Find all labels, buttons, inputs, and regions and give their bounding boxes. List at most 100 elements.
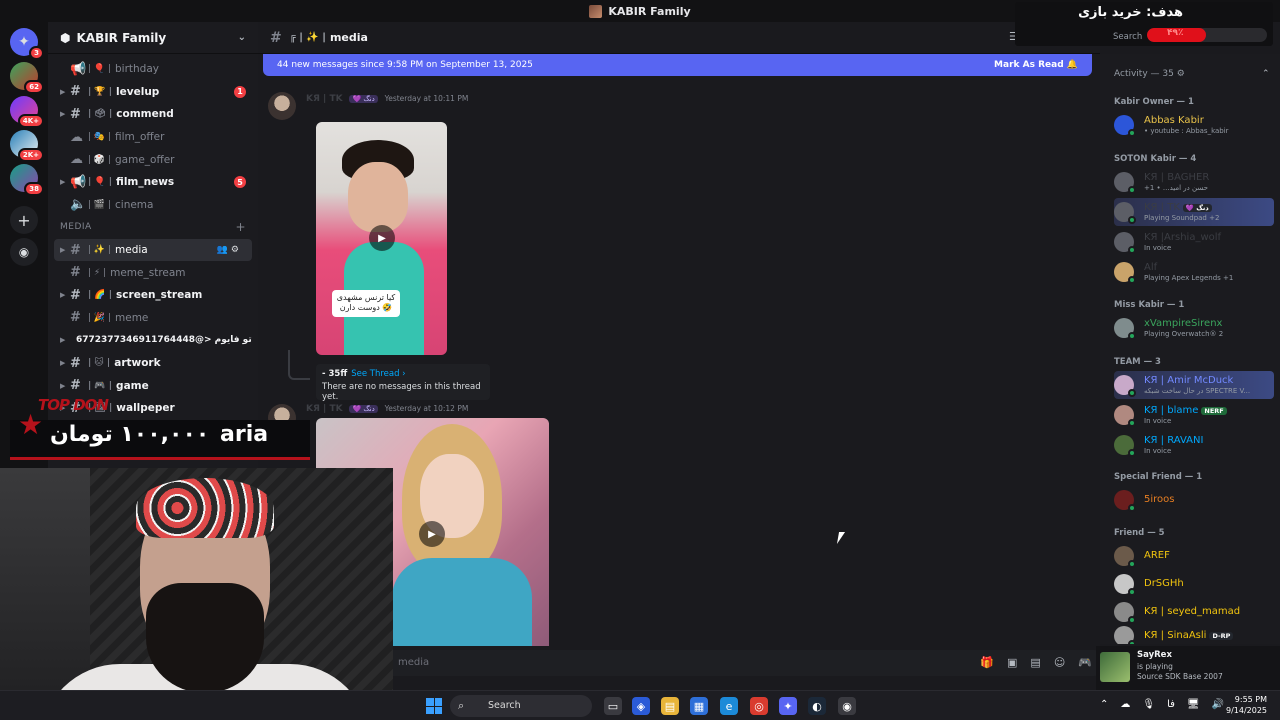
gift-icon[interactable]: 🎁 <box>980 656 994 669</box>
activity-icon[interactable]: 🎮 <box>1078 656 1092 669</box>
message-author[interactable]: KЯ | TK <box>306 94 343 104</box>
taskbar-search-label: Search <box>488 700 521 711</box>
gear-icon[interactable]: ⚙ <box>1177 69 1185 79</box>
announcement-icon: 📢 <box>70 174 87 190</box>
channel-birthday[interactable]: 📢 | 🎈 | birthday <box>48 58 258 81</box>
add-server-icon[interactable]: + <box>10 206 38 234</box>
hash-icon: # <box>70 355 81 371</box>
member-item[interactable]: KЯ | BAGHER +1 • ...حسن در امید <box>1114 168 1274 196</box>
channel-meme-stream[interactable]: # | ⚡ | meme_stream <box>48 261 258 284</box>
server-icon[interactable]: 62 <box>10 62 44 94</box>
language-indicator[interactable]: فا <box>1167 699 1175 710</box>
member-name: Alf <box>1144 262 1158 273</box>
file-explorer-icon[interactable]: ▤ <box>661 697 679 715</box>
chevron-right-icon: ▶ <box>60 381 66 390</box>
channel-label: artwork <box>114 357 161 370</box>
member-item[interactable]: xVampireSirenx Playing Overwatch® 2 <box>1114 314 1274 342</box>
channel-game-offer[interactable]: ☁ | 🎲 | game_offer <box>48 148 258 171</box>
edge-icon[interactable]: e <box>720 697 738 715</box>
clock-date: 9/14/2025 <box>1226 706 1268 716</box>
new-messages-bar[interactable]: 44 new messages since 9:58 PM on Septemb… <box>263 54 1092 76</box>
sticker-icon[interactable]: ▤ <box>1030 656 1040 669</box>
channel-game[interactable]: ▶ # | 🎮 | game <box>48 374 258 397</box>
network-icon[interactable]: ☁ <box>1120 699 1130 710</box>
server-header[interactable]: ⬢ KABIR Family ⌄ <box>48 22 258 54</box>
monitor-icon[interactable]: 🖥 <box>1187 699 1200 710</box>
search-input[interactable]: Search <box>1113 32 1142 42</box>
steam-icon[interactable]: ◐ <box>808 697 826 715</box>
channel-cinema[interactable]: 🔈 | 🎬 | cinema <box>48 194 258 217</box>
activity-label: Activity — 35 <box>1114 69 1174 79</box>
composer-placeholder: media <box>398 657 430 668</box>
emoji-icon[interactable]: ☺ <box>1054 656 1065 669</box>
member-item[interactable]: Alf Playing Apex Legends +1 <box>1114 258 1274 286</box>
channel-emoji: | 🎮 | <box>88 380 113 391</box>
channel-label: levelup <box>116 85 160 98</box>
volume-icon[interactable]: 🔊 <box>1212 699 1224 710</box>
windows-start-icon[interactable] <box>426 698 442 714</box>
avatar <box>1114 405 1136 427</box>
member-name-text: KЯ | TK <box>1144 202 1180 213</box>
channel-artwork[interactable]: ▶ # | 🐱 | artwork <box>48 352 258 375</box>
donation-overlay: ★ TOP DON ۱۰۰,۰۰۰ تومان aria <box>10 396 310 460</box>
channel-commend[interactable]: ▶ # | 🗳 | commend <box>48 103 258 126</box>
play-icon[interactable]: ▶ <box>369 225 395 251</box>
channel-screen-stream[interactable]: ▶ # | 🌈 | screen_stream <box>48 284 258 307</box>
channel-levelup[interactable]: ▶ # | 🏆 | levelup 1 <box>48 81 258 104</box>
category-media[interactable]: MEDIA + <box>48 216 258 239</box>
member-item[interactable]: KЯ | RAVANI In voice <box>1114 431 1274 459</box>
chrome-icon[interactable]: ◎ <box>750 697 768 715</box>
plus-icon[interactable]: + <box>235 220 246 234</box>
server-icon[interactable]: 38 <box>10 164 44 196</box>
taskbar-search[interactable]: ⌕ Search <box>450 695 592 717</box>
hash-icon: # <box>70 287 81 303</box>
app-icon[interactable]: ◉ <box>838 697 856 715</box>
message-author[interactable]: KЯ | TK <box>306 404 343 414</box>
server-icon[interactable]: 2K+ <box>10 130 44 162</box>
copilot-icon[interactable]: ◈ <box>632 697 650 715</box>
member-item[interactable]: KЯ | blame NERF In voice <box>1114 401 1274 429</box>
discover-icon[interactable]: ◉ <box>10 238 38 266</box>
member-item[interactable]: KЯ | TK 💜 دنگ Playing Soundpad +2 <box>1114 198 1274 226</box>
member-item[interactable]: DrSGHh <box>1114 570 1274 598</box>
channel-meme[interactable]: # | 🎉 | meme <box>48 307 258 330</box>
channel-emoji: | ⚡ | <box>88 267 107 278</box>
microphone-icon[interactable]: 🎙 <box>1142 699 1155 710</box>
member-item[interactable]: 5iroos <box>1114 486 1274 514</box>
member-name: xVampireSirenx <box>1144 318 1223 329</box>
chevron-up-icon[interactable]: ⌃ <box>1262 69 1270 79</box>
channel-film-offer[interactable]: ☁ | 🎭 | film_offer <box>48 126 258 149</box>
thread-preview[interactable]: - 35ff See Thread › There are no messages… <box>316 364 490 402</box>
play-icon[interactable]: ▶ <box>419 521 445 547</box>
member-item[interactable]: AREF <box>1114 542 1274 570</box>
server-icon[interactable]: 4K+ <box>10 96 44 128</box>
avatar[interactable] <box>268 92 296 120</box>
channel-settings-icons[interactable]: 👥⚙ <box>217 245 242 255</box>
speaker-icon: 🔈 <box>70 197 87 213</box>
task-view-icon[interactable]: ▭ <box>604 697 622 715</box>
member-item[interactable]: KЯ | Amir McDuck در حال ساخت شبکه SPECTR… <box>1114 371 1274 399</box>
webcam-figure <box>146 583 264 693</box>
discord-taskbar-icon[interactable]: ✦ <box>779 697 797 715</box>
rail-badge: 2K+ <box>17 148 44 162</box>
member-status: Playing Overwatch® 2 <box>1144 330 1224 338</box>
member-item[interactable]: Abbas Kabir • youtube : Abbas_kabir <box>1114 111 1274 139</box>
member-item[interactable]: KЯ | SinaAsli D-RP <box>1114 622 1274 644</box>
donation-amount: ۱۰۰,۰۰۰ تومان <box>50 422 210 447</box>
chevron-up-icon[interactable]: ⌃ <box>1100 699 1108 710</box>
taskbar-clock[interactable]: 9:55 PM 9/14/2025 <box>1226 694 1267 716</box>
member-item[interactable]: KЯ |Arshia_wolf In voice <box>1114 228 1274 256</box>
channel-emoji: | 🗳 | <box>88 109 113 120</box>
channel-media[interactable]: ▶ # | ✨ | media 👥⚙ <box>54 238 252 262</box>
now-playing-card[interactable]: SayRex is playing Source SDK Base 2007 <box>1096 646 1280 690</box>
video-attachment[interactable]: کیا ترنس مشهدی دوست دارن 🤣 ▶ <box>316 122 447 355</box>
store-icon[interactable]: ▦ <box>690 697 708 715</box>
activity-header[interactable]: Activity — 35 ⚙ ⌃ <box>1114 69 1270 79</box>
see-thread-link[interactable]: See Thread › <box>351 369 405 379</box>
channel-film-news[interactable]: ▶ 📢 | 🎈 | film_news 5 <box>48 171 258 194</box>
discord-icon[interactable]: ✦ 3 <box>10 28 44 60</box>
member-group-title: Kabir Owner — 1 <box>1114 97 1194 107</box>
mark-as-read-button[interactable]: Mark As Read 🔔 <box>994 60 1078 70</box>
gif-icon[interactable]: ▣ <box>1007 656 1017 669</box>
channel-thread-link[interactable]: ▶ 6772377346911764448@> عباس تو فایوم <box>48 329 258 352</box>
